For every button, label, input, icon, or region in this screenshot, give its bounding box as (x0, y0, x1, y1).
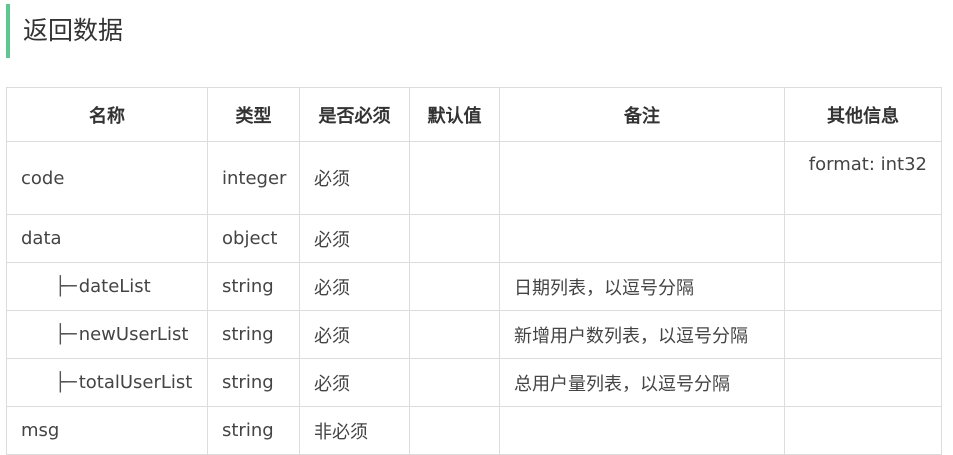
param-note: 新增用户数列表，以逗号分隔 (499, 310, 785, 359)
table-row: code integer 必须 format: int32 (6, 141, 942, 215)
param-required: 必须 (299, 310, 410, 359)
param-note: 日期列表，以逗号分隔 (499, 262, 785, 311)
table-header-row: 名称 类型 是否必须 默认值 备注 其他信息 (6, 87, 942, 142)
param-type: object (207, 214, 300, 263)
param-name: totalUserList (78, 372, 193, 393)
table-row: ├─ dateList string 必须 日期列表，以逗号分隔 (6, 262, 942, 311)
section-title-text: 返回数据 (23, 16, 124, 45)
param-name: data (21, 228, 62, 249)
table-row: ├─ newUserList string 必须 新增用户数列表，以逗号分隔 (6, 310, 942, 359)
param-name: code (21, 167, 65, 189)
header-other: 其他信息 (784, 87, 942, 142)
tree-branch-icon: ├─ (55, 372, 77, 393)
section-title: 返回数据 (6, 4, 123, 58)
header-required: 是否必须 (299, 87, 410, 142)
param-default (409, 358, 500, 407)
table-row: data object 必须 (6, 214, 942, 263)
param-default (409, 262, 500, 311)
param-required: 必须 (299, 358, 410, 407)
param-note: 总用户量列表，以逗号分隔 (499, 358, 785, 407)
param-name-cell: msg (6, 406, 208, 455)
param-note (499, 141, 785, 215)
param-default (409, 406, 500, 455)
param-note (499, 406, 785, 455)
param-name-cell: code (6, 141, 208, 215)
param-required: 必须 (299, 141, 410, 215)
param-type: string (207, 262, 300, 311)
param-other (784, 358, 942, 407)
param-name-cell: ├─ totalUserList (6, 358, 208, 407)
param-name: newUserList (78, 324, 189, 345)
param-other (784, 214, 942, 263)
tree-branch-icon: ├─ (55, 276, 77, 297)
param-name-cell: ├─ newUserList (6, 310, 208, 359)
param-type: integer (207, 141, 300, 215)
table-row: ├─ totalUserList string 必须 总用户量列表，以逗号分隔 (6, 358, 942, 407)
param-name-cell: ├─ dateList (6, 262, 208, 311)
table-row: msg string 非必须 (6, 406, 942, 455)
param-default (409, 141, 500, 215)
param-note (499, 214, 785, 263)
param-required: 必须 (299, 214, 410, 263)
param-name-cell: data (6, 214, 208, 263)
param-required: 必须 (299, 262, 410, 311)
param-default (409, 310, 500, 359)
param-default (409, 214, 500, 263)
header-type: 类型 (207, 87, 300, 142)
param-name: dateList (78, 276, 151, 297)
param-other (784, 406, 942, 455)
param-other (784, 310, 942, 359)
param-required: 非必须 (299, 406, 410, 455)
header-name: 名称 (6, 87, 208, 142)
param-type: string (207, 406, 300, 455)
param-name: msg (21, 420, 60, 441)
header-note: 备注 (499, 87, 785, 142)
param-type: string (207, 358, 300, 407)
param-type: string (207, 310, 300, 359)
param-other (784, 262, 942, 311)
param-other: format: int32 (784, 141, 942, 215)
tree-branch-icon: ├─ (55, 324, 77, 345)
header-default: 默认值 (409, 87, 500, 142)
response-params-table: 名称 类型 是否必须 默认值 备注 其他信息 code integer 必须 f… (6, 87, 942, 455)
